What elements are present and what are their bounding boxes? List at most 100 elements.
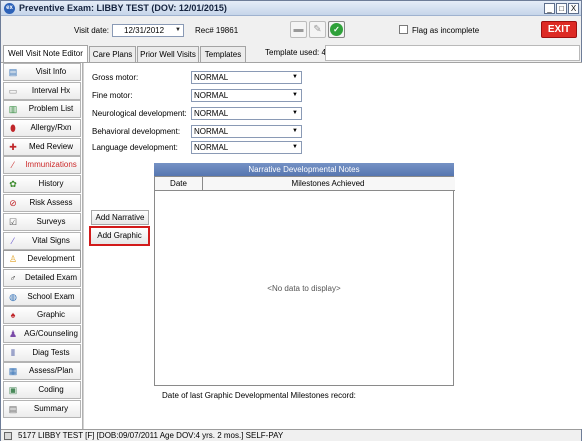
sidebar-item-label: Detailed Exam <box>24 273 78 282</box>
flag-incomplete-label: Flag as incomplete <box>412 26 480 35</box>
tab-care-plans[interactable]: Care Plans <box>89 46 136 62</box>
sidebar-item-label: Risk Assess <box>29 198 73 207</box>
close-window-button[interactable]: X <box>568 3 579 14</box>
med-review-icon: ✚ <box>9 142 17 152</box>
minimize-button[interactable]: _ <box>544 3 555 14</box>
flag-incomplete-checkbox[interactable] <box>399 25 408 34</box>
toolbar: Visit date: 12/31/2012 ▼ Rec# 19861 ▬ ✎ … <box>1 16 581 43</box>
chevron-down-icon: ▼ <box>292 92 298 98</box>
status-bar: 5177 LIBBY TEST [F] [DOB:09/07/2011 Age … <box>1 429 581 441</box>
neurological-development-select[interactable]: NORMAL ▼ <box>191 107 302 120</box>
sidebar-item-problem-list[interactable]: ▥ Problem List <box>3 100 81 118</box>
sidebar-item-coding[interactable]: ▣ Coding <box>3 381 81 399</box>
fine-motor-label: Fine motor: <box>92 91 133 100</box>
sidebar-item-history[interactable]: ✿ History <box>3 175 81 193</box>
sidebar-item-school-exam[interactable]: ◍ School Exam <box>3 288 81 306</box>
sidebar-item-assess-plan[interactable]: ▦ Assess/Plan <box>3 362 81 380</box>
chevron-down-icon: ▼ <box>292 74 298 80</box>
maximize-button[interactable]: □ <box>556 3 567 14</box>
sidebar-item-label: Surveys <box>36 217 66 226</box>
interval-hx-icon: ▭ <box>8 86 18 96</box>
sidebar-item-summary[interactable]: ▤ Summary <box>3 400 81 418</box>
tab-prior-well-visits[interactable]: Prior Well Visits <box>137 46 199 62</box>
patient-status-text: 5177 LIBBY TEST [F] [DOB:09/07/2011 Age … <box>18 431 284 440</box>
sign-button[interactable]: ✓ <box>328 21 345 38</box>
chevron-down-icon: ▼ <box>175 27 181 33</box>
gross-motor-value: NORMAL <box>194 73 229 82</box>
column-header-date[interactable]: Date <box>155 177 203 190</box>
sidebar-divider <box>82 63 84 429</box>
summary-icon: ▤ <box>8 404 18 414</box>
app-logo-icon: ex <box>4 3 15 14</box>
column-header-milestones[interactable]: Milestones Achieved <box>203 177 453 190</box>
sidebar-item-ag-counseling[interactable]: ♟ AG/Counseling <box>3 325 81 343</box>
sidebar-item-label: Vital Signs <box>32 236 70 245</box>
vital-signs-icon: ⁄ <box>12 236 14 246</box>
sidebar-item-interval-hx[interactable]: ▭ Interval Hx <box>3 82 81 100</box>
visit-date-value: 12/31/2012 <box>124 26 165 35</box>
pencil-icon: ✎ <box>313 24 322 35</box>
sidebar-item-label: School Exam <box>27 292 75 301</box>
language-development-select[interactable]: NORMAL ▼ <box>191 141 302 154</box>
sidebar-item-med-review[interactable]: ✚ Med Review <box>3 138 81 156</box>
sidebar-item-risk-assess[interactable]: ⊘ Risk Assess <box>3 194 81 212</box>
language-development-label: Language development: <box>92 143 178 152</box>
sidebar-item-allergy[interactable]: ⬮ Allergy/Rxn <box>3 119 81 137</box>
sidebar-item-vital-signs[interactable]: ⁄ Vital Signs <box>3 232 81 250</box>
template-info-box <box>325 45 580 61</box>
sidebar-item-diag-tests[interactable]: ⦀ Diag Tests <box>3 344 81 362</box>
allergy-icon: ⬮ <box>10 123 16 133</box>
graphic-icon: ♠ <box>10 310 16 320</box>
history-icon: ✿ <box>9 179 17 189</box>
exit-button[interactable]: EXIT <box>541 21 577 38</box>
patient-card-icon <box>4 432 12 440</box>
visit-date-label: Visit date: <box>74 26 109 35</box>
sidebar-item-graphic[interactable]: ♠ Graphic <box>3 306 81 324</box>
tab-templates[interactable]: Templates <box>200 46 246 62</box>
exam-window: ex Preventive Exam: LIBBY TEST (DOV: 12/… <box>0 0 582 441</box>
sidebar-item-visit-info[interactable]: ▤ Visit Info <box>3 63 81 81</box>
immunization-icon: ⁄ <box>12 160 14 170</box>
risk-assess-icon: ⊘ <box>9 198 17 208</box>
sidebar-item-label: Immunizations <box>25 160 77 169</box>
empty-grid-message: <No data to display> <box>267 284 341 293</box>
detailed-exam-icon: ♂ <box>9 273 17 283</box>
school-exam-icon: ◍ <box>9 292 17 302</box>
narrative-notes-grid[interactable]: Date Milestones Achieved <No data to dis… <box>154 176 455 386</box>
sidebar-item-label: AG/Counseling <box>24 329 78 338</box>
sidebar-item-label: Interval Hx <box>31 86 71 95</box>
sidebar-item-immunizations[interactable]: ⁄ Immunizations <box>3 156 81 174</box>
language-development-value: NORMAL <box>194 143 229 152</box>
problem-list-icon: ▥ <box>8 104 18 114</box>
behavioral-development-label: Behavioral development: <box>92 127 181 136</box>
diag-tests-icon: ⦀ <box>11 348 15 358</box>
sidebar-item-surveys[interactable]: ☑ Surveys <box>3 213 81 231</box>
add-narrative-button[interactable]: Add Narrative <box>91 210 149 225</box>
window-title: Preventive Exam: LIBBY TEST (DOV: 12/01/… <box>19 3 227 13</box>
last-graphic-record-label: Date of last Graphic Developmental Miles… <box>162 391 356 400</box>
neurological-development-label: Neurological development: <box>92 109 187 118</box>
fine-motor-select[interactable]: NORMAL ▼ <box>191 89 302 102</box>
tab-well-visit-note-editor[interactable]: Well Visit Note Editor <box>3 45 88 63</box>
gross-motor-select[interactable]: NORMAL ▼ <box>191 71 302 84</box>
behavioral-development-value: NORMAL <box>194 127 229 136</box>
edit-button[interactable]: ✎ <box>309 21 326 38</box>
add-graphic-button[interactable]: Add Graphic <box>89 226 150 246</box>
behavioral-development-select[interactable]: NORMAL ▼ <box>191 125 302 138</box>
minus-icon: ▬ <box>293 24 304 35</box>
sidebar-item-label: Coding <box>38 385 64 394</box>
development-icon: ♙ <box>8 254 18 264</box>
coding-icon: ▣ <box>8 385 18 395</box>
minus-button[interactable]: ▬ <box>290 21 307 38</box>
sidebar-item-development[interactable]: ♙ Development <box>3 250 81 268</box>
visit-date-picker[interactable]: 12/31/2012 ▼ <box>112 24 184 37</box>
surveys-icon: ☑ <box>8 217 18 227</box>
title-bar: ex Preventive Exam: LIBBY TEST (DOV: 12/… <box>1 1 581 16</box>
sidebar-item-label: Assess/Plan <box>28 366 74 375</box>
chevron-down-icon: ▼ <box>292 128 298 134</box>
assess-plan-icon: ▦ <box>8 366 18 376</box>
chevron-down-icon: ▼ <box>292 110 298 116</box>
sidebar-item-label: Graphic <box>36 310 65 319</box>
sidebar-item-label: Allergy/Rxn <box>30 123 72 132</box>
sidebar-item-detailed-exam[interactable]: ♂ Detailed Exam <box>3 269 81 287</box>
